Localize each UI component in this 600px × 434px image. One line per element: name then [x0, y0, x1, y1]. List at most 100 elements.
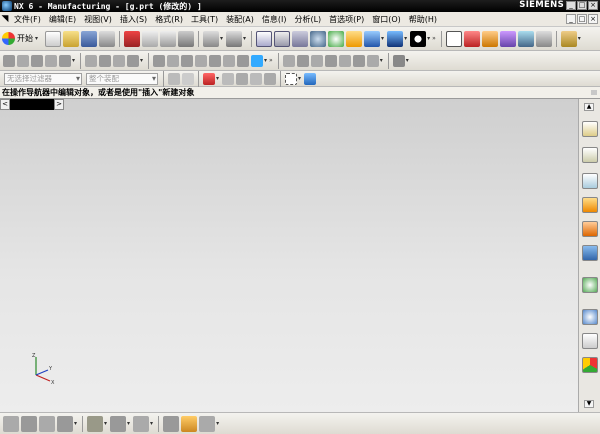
create-program-icon[interactable] [445, 30, 462, 47]
create-tool-icon[interactable] [463, 30, 480, 47]
operation-icon[interactable] [59, 54, 71, 67]
display-icon[interactable] [410, 30, 427, 47]
operation-navigator-icon[interactable] [582, 147, 598, 163]
machine-icon[interactable] [582, 221, 598, 237]
menu-information[interactable]: 信息(I) [258, 14, 291, 25]
menu-view[interactable]: 视图(V) [80, 14, 116, 25]
operation-icon[interactable] [85, 54, 98, 67]
part-icon[interactable] [582, 277, 598, 293]
print-icon[interactable] [99, 30, 116, 47]
close-button[interactable]: × [588, 1, 598, 10]
operation-icon[interactable] [181, 54, 194, 67]
ruler-icon[interactable] [560, 30, 577, 47]
operation-icon[interactable] [57, 415, 73, 432]
operation-icon[interactable] [45, 54, 57, 67]
chevron-down-icon[interactable]: ▾ [127, 420, 130, 427]
chevron-down-icon[interactable]: ▾ [427, 35, 430, 42]
snap-icon[interactable] [236, 72, 249, 85]
resource-scroll-down[interactable]: ▼ [584, 400, 594, 408]
app-menu-icon[interactable]: ◥ [0, 14, 10, 24]
chevron-down-icon[interactable]: ▾ [150, 420, 153, 427]
selection-scope-dropdown[interactable]: 整个装配 [86, 72, 158, 85]
chevron-down-icon[interactable]: ▾ [104, 420, 107, 427]
create-operation-icon[interactable] [517, 30, 534, 47]
new-file-icon[interactable] [45, 30, 62, 47]
point-icon[interactable] [110, 415, 127, 432]
filter-icon[interactable] [168, 72, 180, 85]
undo-icon[interactable] [203, 30, 220, 47]
view-orientation-icon[interactable] [364, 30, 381, 47]
cut-icon[interactable] [124, 30, 141, 47]
operation-icon[interactable] [127, 54, 140, 67]
chevron-down-icon[interactable]: ▾ [298, 75, 301, 82]
operation-icon[interactable] [223, 54, 236, 67]
resource-scroll-up[interactable]: ▲ [584, 103, 594, 111]
operation-icon[interactable] [17, 54, 29, 67]
overflow-icon[interactable]: » [432, 35, 436, 42]
chevron-down-icon[interactable]: ▾ [220, 35, 223, 42]
snap-icon[interactable] [250, 72, 263, 85]
snap-point-icon[interactable] [203, 72, 215, 85]
menu-tools[interactable]: 工具(T) [187, 14, 222, 25]
chevron-down-icon[interactable]: ▾ [406, 57, 409, 64]
minimize-button[interactable]: _ [566, 1, 576, 10]
chevron-down-icon[interactable]: ▾ [216, 75, 219, 82]
overflow-icon[interactable]: » [269, 57, 273, 64]
operation-icon[interactable] [3, 415, 19, 432]
operation-icon[interactable] [21, 415, 37, 432]
menu-preferences[interactable]: 首选项(P) [325, 14, 368, 25]
operation-icon[interactable] [199, 415, 216, 432]
cube-icon[interactable] [304, 72, 317, 85]
tab-next-button[interactable]: > [54, 99, 64, 110]
type-filter-dropdown[interactable]: 无选择过滤器 [4, 72, 82, 85]
open-folder-icon[interactable] [63, 30, 80, 47]
operation-icon[interactable] [324, 54, 337, 67]
tab-prev-button[interactable]: < [0, 99, 10, 110]
operation-icon[interactable] [296, 54, 309, 67]
chevron-down-icon[interactable]: ▾ [380, 57, 383, 64]
zoom-window-icon[interactable] [274, 30, 291, 47]
chevron-down-icon[interactable]: ▾ [264, 57, 267, 64]
chevron-down-icon[interactable]: ▾ [72, 57, 75, 64]
shaded-icon[interactable] [387, 30, 404, 47]
cue-close-icon[interactable] [591, 90, 597, 95]
list-icon[interactable] [582, 333, 598, 349]
create-method-icon[interactable] [499, 30, 516, 47]
menu-window[interactable]: 窗口(O) [368, 14, 405, 25]
menu-edit[interactable]: 编辑(E) [45, 14, 80, 25]
pan-icon[interactable] [346, 30, 363, 47]
tool-library-icon[interactable] [582, 197, 598, 213]
menu-format[interactable]: 格式(R) [151, 14, 187, 25]
operation-icon[interactable] [133, 415, 150, 432]
paste-icon[interactable] [160, 30, 177, 47]
chevron-down-icon[interactable]: ▾ [74, 420, 77, 427]
command-finder-icon[interactable] [226, 30, 243, 47]
maximize-button[interactable]: □ [577, 1, 587, 10]
tab-document[interactable] [10, 99, 54, 110]
assembly-navigator-icon[interactable] [582, 173, 598, 189]
doc-close-button[interactable]: × [588, 14, 598, 24]
menu-file[interactable]: 文件(F) [10, 14, 45, 25]
zoom-in-out-icon[interactable] [310, 30, 327, 47]
zoom-icon[interactable] [292, 30, 309, 47]
operation-icon[interactable] [209, 54, 222, 67]
operation-icon[interactable] [3, 54, 15, 67]
chevron-down-icon[interactable]: ▾ [381, 35, 384, 42]
snap-icon[interactable] [222, 72, 235, 85]
operation-icon[interactable] [113, 54, 126, 67]
operation-icon[interactable] [31, 54, 43, 67]
save-icon[interactable] [81, 30, 98, 47]
operation-icon[interactable] [352, 54, 365, 67]
operation-icon[interactable] [39, 415, 55, 432]
snap-icon[interactable] [264, 72, 277, 85]
copy-icon[interactable] [142, 30, 159, 47]
chevron-down-icon[interactable]: ▾ [216, 420, 219, 427]
menu-analysis[interactable]: 分析(L) [290, 14, 325, 25]
operation-icon[interactable] [153, 54, 166, 67]
reset-filter-icon[interactable] [182, 72, 194, 85]
operation-icon[interactable] [282, 54, 295, 67]
create-geometry-icon[interactable] [481, 30, 498, 47]
rectangle-select-icon[interactable] [285, 72, 298, 85]
operation-icon[interactable] [237, 54, 250, 67]
fit-icon[interactable] [256, 30, 273, 47]
